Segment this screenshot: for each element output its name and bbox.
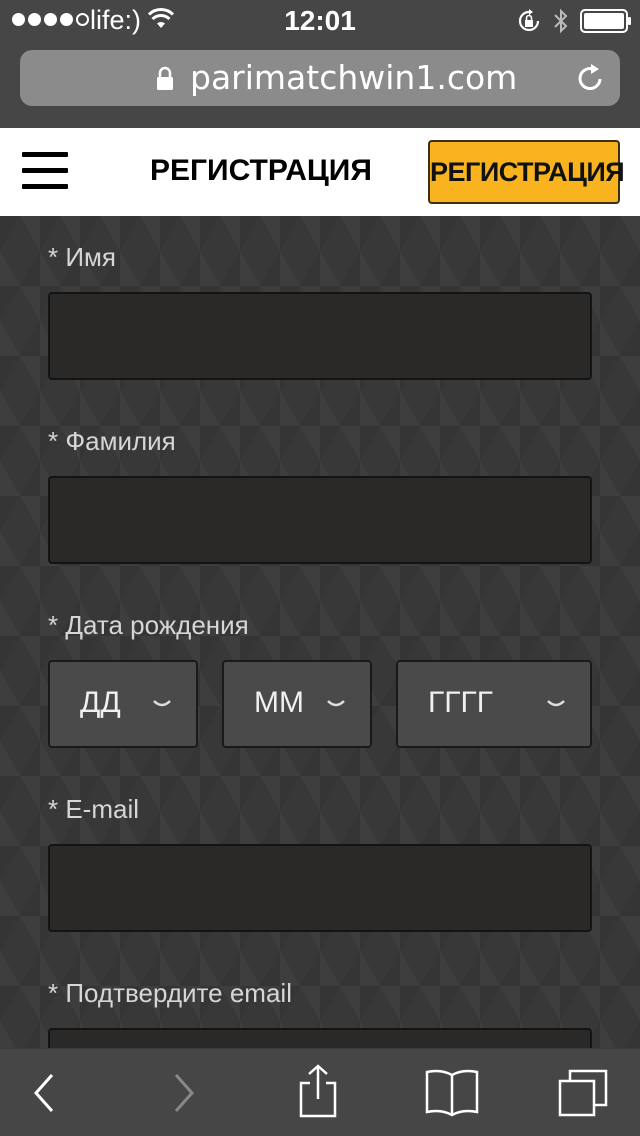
status-bar: life:) 12:01 (0, 0, 640, 40)
last-name-label: * Фамилия (48, 426, 176, 456)
first-name-input[interactable] (48, 292, 592, 380)
page-title: РЕГИСТРАЦИЯ (150, 154, 372, 187)
address-bar[interactable]: parimatchwin1.com (20, 50, 620, 106)
back-icon[interactable] (30, 1071, 58, 1115)
birth-month-value: ММ (254, 686, 304, 719)
birth-year-value: ГГГГ (428, 686, 493, 719)
battery-icon (580, 9, 631, 33)
birth-day-select[interactable]: ДД (48, 660, 198, 748)
menu-icon[interactable] (22, 152, 68, 190)
birth-month-select[interactable]: ММ (222, 660, 372, 748)
forward-icon[interactable] (170, 1071, 198, 1115)
browser-toolbar (0, 1048, 640, 1136)
rotation-lock-icon (518, 9, 540, 32)
email-input[interactable] (48, 844, 592, 932)
register-button[interactable]: РЕГИСТРАЦИЯ (428, 140, 625, 204)
birth-year-select[interactable]: ГГГГ (396, 660, 592, 748)
email-label: * E-mail (48, 794, 140, 824)
first-name-label: * Имя (48, 242, 116, 272)
reload-icon[interactable] (574, 62, 606, 94)
confirm-email-label: * Подтвердите email (48, 978, 292, 1008)
bookmarks-icon[interactable] (424, 1067, 480, 1117)
tabs-icon[interactable] (556, 1067, 610, 1119)
clock: 12:01 (284, 5, 356, 36)
chevron-down-icon (547, 700, 565, 707)
bluetooth-icon (554, 8, 568, 34)
birthdate-label: * Дата рождения (48, 610, 249, 640)
chevron-down-icon (153, 700, 171, 707)
share-icon[interactable] (296, 1063, 340, 1119)
lock-icon (157, 66, 173, 90)
browser-top-bar: life:) 12:01 parimatchwin1.com (0, 0, 640, 128)
registration-form: * Имя * Фамилия * Дата рождения ДД ММ ГГ… (0, 216, 640, 1048)
birth-day-value: ДД (80, 686, 121, 719)
url-text[interactable]: parimatchwin1.com (190, 58, 517, 97)
chevron-down-icon (327, 700, 345, 707)
confirm-email-input[interactable] (48, 1028, 592, 1048)
site-header: РЕГИСТРАЦИЯ РЕГИСТРАЦИЯ (0, 128, 640, 216)
last-name-input[interactable] (48, 476, 592, 564)
